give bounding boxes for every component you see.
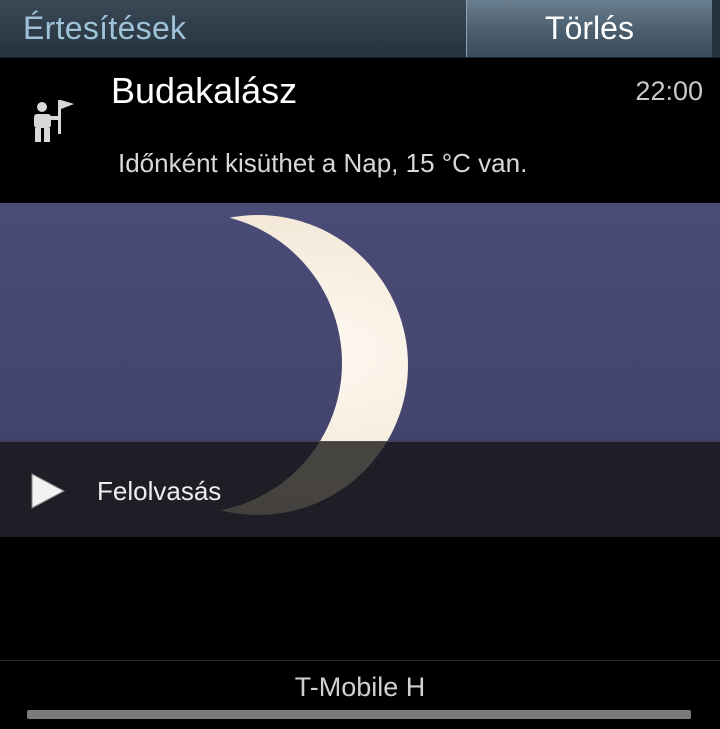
notification-title: Budakalász <box>111 70 298 111</box>
notification-panel-header: Értesítések Törlés <box>0 0 720 58</box>
crescent-moon-image: Felolvasás <box>0 203 720 537</box>
panel-drag-handle[interactable] <box>27 710 691 719</box>
notification-text: Időnként kisüthet a Nap, 15 °C van. <box>118 148 528 178</box>
footer-divider <box>0 660 720 661</box>
header-edge <box>712 0 720 57</box>
play-icon <box>31 473 66 509</box>
read-aloud-action[interactable]: Felolvasás <box>0 441 720 537</box>
weather-notification[interactable]: Budakalász 22:00 Időnként kisüthet a Nap… <box>0 58 720 537</box>
clear-all-button[interactable]: Törlés <box>466 0 712 57</box>
panel-title: Értesítések <box>23 10 187 46</box>
carrier-label: T-Mobile H <box>294 672 426 702</box>
read-aloud-label: Felolvasás <box>97 476 222 506</box>
hiker-with-flag-icon <box>34 100 74 142</box>
notification-time: 22:00 <box>635 76 703 106</box>
